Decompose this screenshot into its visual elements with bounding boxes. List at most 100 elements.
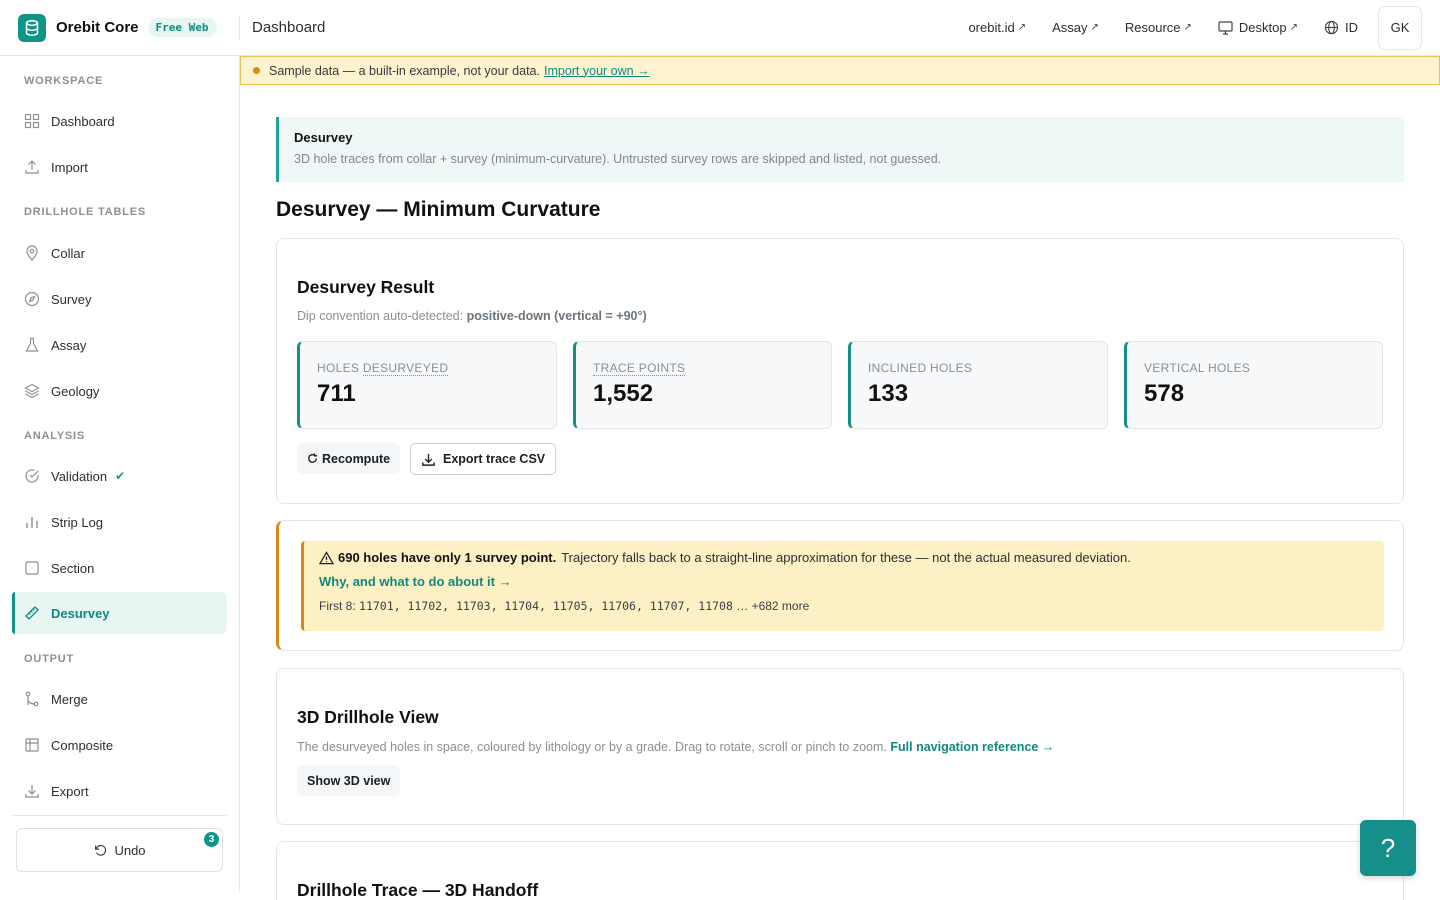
nav-link-label: orebit.id: [968, 20, 1015, 35]
stat-label-term[interactable]: TRACE POINTS: [593, 361, 686, 376]
flask-icon: [24, 337, 40, 353]
sidebar-item-label: Validation: [51, 468, 108, 484]
sidebar-item-export[interactable]: Export: [12, 770, 227, 812]
status-dot-icon: [253, 67, 260, 74]
section-label-output: OUTPUT: [24, 653, 75, 665]
section-label-analysis: ANALYSIS: [24, 430, 86, 442]
dip-prefix: Dip convention auto-detected:: [297, 309, 464, 323]
git-merge-icon: [24, 691, 40, 707]
stat-label: HOLES DESURVEYED: [317, 361, 539, 376]
upload-icon: [24, 159, 40, 175]
sidebar-item-merge[interactable]: Merge: [12, 678, 227, 720]
top-nav: orebit.id ↗ Assay ↗ Resource ↗ Desktop ↗ ID …: [968, 0, 1440, 56]
hole-ids: 11701, 11702, 11703, 11704, 11705, 11706…: [359, 599, 733, 613]
info-title: Desurvey: [294, 130, 353, 145]
sidebar-item-collar[interactable]: Collar: [12, 232, 227, 274]
sidebar-item-validation[interactable]: Validation ✔: [12, 455, 227, 497]
map-pin-icon: [24, 245, 40, 261]
external-arrow-icon: ↗: [1289, 22, 1298, 33]
banner-text: Sample data — a built-in example, not yo…: [269, 63, 540, 78]
3d-handoff-card: Drillhole Trace — 3D Handoff: [276, 841, 1404, 900]
database-icon: [18, 13, 46, 42]
download-icon: [422, 453, 435, 466]
monitor-icon: [1218, 20, 1233, 35]
bar-chart-icon: [24, 514, 40, 530]
sample-data-banner: Sample data — a built-in example, not yo…: [240, 56, 1440, 85]
sidebar-item-label: Assay: [51, 337, 87, 353]
app-name: Orebit Core: [56, 19, 139, 36]
globe-icon: [1324, 20, 1339, 35]
stat-label-part: HOLES: [317, 361, 363, 375]
stat-label: TRACE POINTS: [593, 361, 814, 376]
sidebar-item-geology[interactable]: Geology: [12, 370, 227, 412]
stat-value: 1,552: [593, 380, 654, 407]
validated-check-icon: ✔: [115, 469, 126, 483]
check-circle-icon: [24, 468, 40, 484]
result-title: Desurvey Result: [297, 277, 435, 297]
3d-drillhole-view-card: 3D Drillhole View The desurveyed holes i…: [276, 668, 1404, 825]
sidebar-item-survey[interactable]: Survey: [12, 278, 227, 320]
sidebar-item-label: Section: [51, 560, 95, 576]
sidebar-item-label: Strip Log: [51, 514, 104, 530]
stat-label: VERTICAL HOLES: [1144, 361, 1251, 375]
stat-label-term[interactable]: DESURVEYED: [362, 361, 449, 376]
affected-holes-list: First 8: 11701, 11702, 11703, 11704, 117…: [319, 599, 1369, 613]
sidebar-item-label: Collar: [51, 245, 85, 261]
undo-button[interactable]: Undo 3: [16, 828, 223, 872]
warning-bold: 690 holes have only 1 survey point.: [338, 550, 557, 565]
stat-label: INCLINED HOLES: [868, 361, 973, 375]
sidebar-item-striplog[interactable]: Strip Log: [12, 501, 227, 543]
brand[interactable]: Orebit Core Free Web: [0, 13, 240, 42]
square-icon: [24, 560, 40, 576]
page-title: Desurvey — Minimum Curvature: [276, 198, 601, 221]
warning-help-link[interactable]: Why, and what to do about it →: [319, 574, 1369, 589]
section-label-workspace: WORKSPACE: [24, 75, 104, 87]
sidebar-item-assay[interactable]: Assay: [12, 324, 227, 366]
language-label: ID: [1345, 20, 1358, 35]
compass-icon: [24, 291, 40, 307]
export-label: Export trace CSV: [443, 452, 546, 466]
handoff-title: Drillhole Trace — 3D Handoff: [297, 880, 539, 900]
recompute-label: Recompute: [322, 451, 391, 466]
nav-link-desktop[interactable]: Desktop ↗: [1218, 20, 1298, 35]
external-arrow-icon: ↗: [1090, 22, 1099, 33]
sidebar-item-section[interactable]: Section: [12, 547, 227, 589]
plan-badge: Free Web: [147, 18, 217, 37]
grid-icon: [24, 113, 40, 129]
help-button[interactable]: ?: [1360, 820, 1416, 876]
nav-link-label: Assay: [1052, 20, 1088, 35]
nav-link-orebit[interactable]: orebit.id ↗: [968, 20, 1026, 35]
nav-link-assay[interactable]: Assay ↗: [1052, 20, 1099, 35]
sidebar: WORKSPACE Dashboard Import DRILLHOLE TAB…: [0, 56, 240, 892]
layers-icon: [24, 383, 40, 399]
external-arrow-icon: ↗: [1017, 22, 1027, 33]
nav-link-label: Resource: [1124, 20, 1181, 35]
table-icon: [24, 737, 40, 753]
warning-message: 690 holes have only 1 survey point. Traj…: [319, 550, 1369, 565]
top-bar: Orebit Core Free Web Dashboard orebit.id…: [0, 0, 1440, 56]
stat-holes-desurveyed: HOLES DESURVEYED 711: [297, 341, 557, 429]
user-avatar[interactable]: GK: [1378, 5, 1422, 50]
sidebar-item-desurvey[interactable]: Desurvey: [12, 592, 227, 634]
3d-view-desc-text: The desurveyed holes in space, coloured …: [297, 740, 887, 754]
list-prefix: First 8:: [319, 599, 356, 613]
more-count: … +682 more: [736, 599, 810, 613]
sidebar-item-composite[interactable]: Composite: [12, 724, 227, 766]
show-3d-view-button[interactable]: Show 3D view: [297, 765, 401, 796]
sidebar-item-label: Dashboard: [51, 113, 115, 129]
stat-inclined-holes: INCLINED HOLES 133: [848, 341, 1108, 429]
warning-callout: 690 holes have only 1 survey point. Traj…: [301, 541, 1384, 631]
language-switch[interactable]: ID: [1324, 20, 1358, 35]
section-label-drillhole: DRILLHOLE TABLES: [24, 206, 146, 218]
sidebar-item-dashboard[interactable]: Dashboard: [12, 100, 227, 142]
import-your-own-link[interactable]: Import your own →: [544, 64, 650, 78]
recompute-button[interactable]: Recompute: [297, 443, 401, 474]
nav-link-resource[interactable]: Resource ↗: [1125, 20, 1192, 35]
sidebar-item-label: Geology: [51, 383, 100, 399]
nav-link-label: Desktop: [1238, 20, 1287, 35]
undo-label: Undo: [114, 842, 146, 858]
export-trace-csv-button[interactable]: Export trace CSV: [410, 443, 557, 475]
3d-view-description: The desurveyed holes in space, coloured …: [297, 740, 1054, 754]
sidebar-item-import[interactable]: Import: [12, 146, 227, 188]
navigation-reference-link[interactable]: Full navigation reference →: [890, 740, 1054, 754]
